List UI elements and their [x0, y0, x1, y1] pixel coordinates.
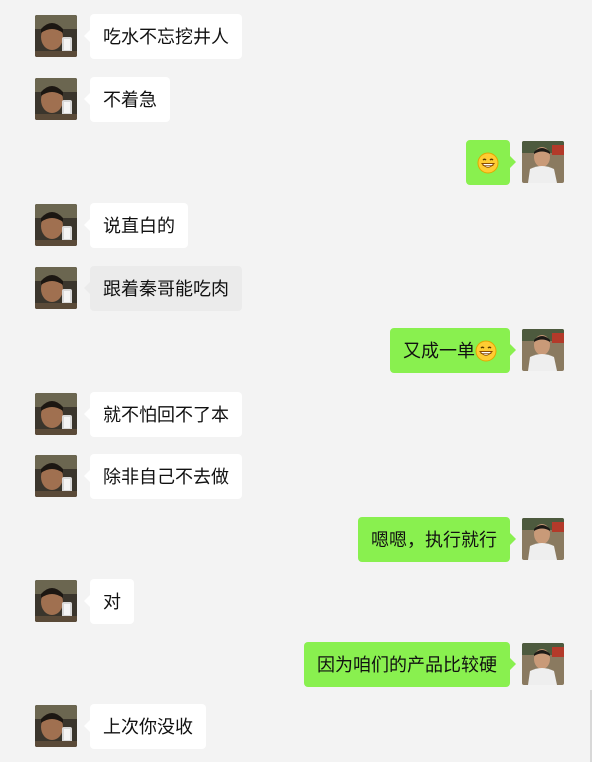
- contact-avatar[interactable]: [35, 455, 77, 497]
- message-bubble[interactable]: 对: [84, 579, 134, 624]
- message-bubble[interactable]: 就不怕回不了本: [84, 392, 242, 437]
- message-row-incoming: 除非自己不去做: [0, 454, 592, 501]
- message-row-incoming: 就不怕回不了本: [0, 392, 592, 439]
- message-row-incoming: 对: [0, 579, 592, 626]
- message-row-incoming: 说直白的: [0, 203, 592, 250]
- message-bubble[interactable]: 除非自己不去做: [84, 454, 242, 499]
- contact-avatar[interactable]: [35, 705, 77, 747]
- grinning-face-emoji: [477, 152, 499, 174]
- my-avatar[interactable]: [522, 329, 564, 371]
- message-bubble[interactable]: [466, 140, 516, 185]
- message-bubble[interactable]: 吃水不忘挖井人: [84, 14, 242, 59]
- my-avatar[interactable]: [522, 518, 564, 560]
- message-bubble[interactable]: 因为咱们的产品比较硬: [304, 642, 516, 687]
- contact-avatar[interactable]: [35, 78, 77, 120]
- message-row-outgoing: 又成一单: [0, 328, 592, 375]
- my-avatar[interactable]: [522, 643, 564, 685]
- my-avatar[interactable]: [522, 141, 564, 183]
- message-row-incoming: 吃水不忘挖井人: [0, 14, 592, 61]
- message-bubble[interactable]: 说直白的: [84, 203, 188, 248]
- contact-avatar[interactable]: [35, 393, 77, 435]
- message-bubble[interactable]: 又成一单: [390, 328, 516, 373]
- message-bubble[interactable]: 跟着秦哥能吃肉: [84, 266, 242, 311]
- contact-avatar[interactable]: [35, 580, 77, 622]
- message-row-incoming: 跟着秦哥能吃肉: [0, 266, 592, 313]
- message-bubble[interactable]: 嗯嗯，执行就行: [358, 517, 516, 562]
- contact-avatar[interactable]: [35, 267, 77, 309]
- chat-message-list[interactable]: 吃水不忘挖井人 不着急 说直白的 跟着秦哥能吃肉 又成一单 就不怕回不了本 除非…: [0, 0, 592, 762]
- message-row-incoming: 上次你没收: [0, 704, 592, 751]
- message-row-outgoing: [0, 140, 592, 187]
- message-row-outgoing: 因为咱们的产品比较硬: [0, 642, 592, 689]
- contact-avatar[interactable]: [35, 15, 77, 57]
- message-bubble[interactable]: 上次你没收: [84, 704, 206, 749]
- message-row-incoming: 不着急: [0, 77, 592, 124]
- message-bubble[interactable]: 不着急: [84, 77, 170, 122]
- message-row-outgoing: 嗯嗯，执行就行: [0, 517, 592, 564]
- grinning-face-emoji: [475, 340, 497, 362]
- contact-avatar[interactable]: [35, 204, 77, 246]
